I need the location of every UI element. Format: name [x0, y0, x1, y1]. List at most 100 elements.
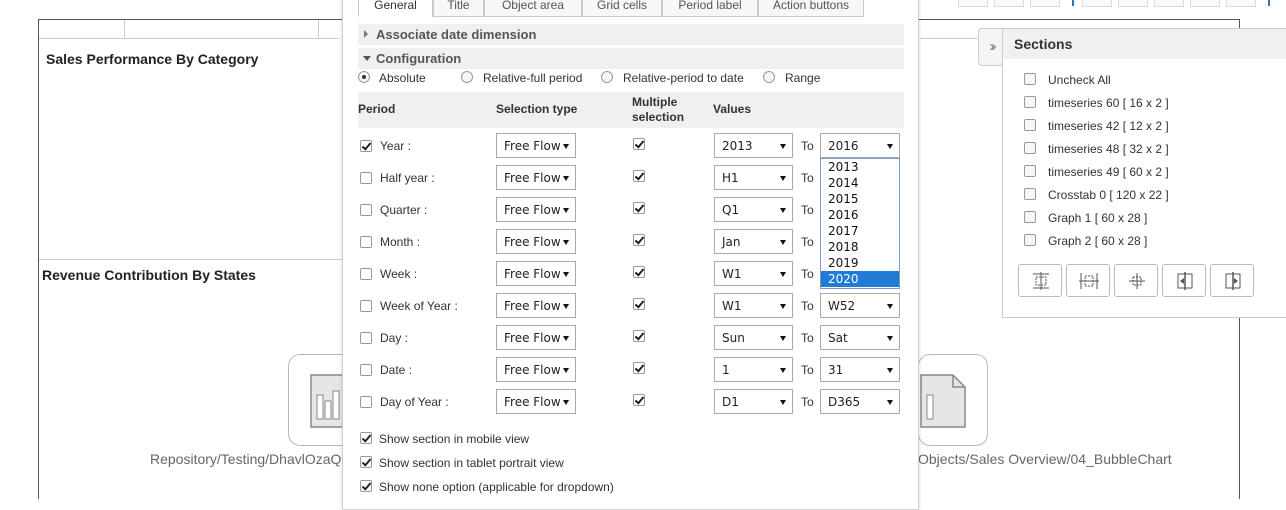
selection-type-select[interactable]: Free Flow: [496, 325, 576, 350]
selection-type-select[interactable]: Free Flow: [496, 293, 576, 318]
period-enable-checkbox[interactable]: [360, 364, 372, 376]
multiple-selection-checkbox[interactable]: [633, 234, 645, 246]
section-checkbox[interactable]: [1024, 73, 1036, 85]
radio-relative-full-period[interactable]: [461, 71, 473, 83]
year-to-dropdown-list[interactable]: 2013 2014 2015 2016 2017 2018 2019 2020: [820, 158, 900, 289]
select-value: 31: [828, 363, 844, 377]
mobile-view-checkbox[interactable]: [360, 432, 372, 444]
dropdown-option[interactable]: 2018: [821, 239, 899, 255]
toolbar-button[interactable]: [1082, 0, 1112, 7]
section-checkbox[interactable]: [1024, 142, 1036, 154]
radio-label: Absolute: [379, 71, 426, 85]
value-from-select[interactable]: Jan: [714, 229, 793, 254]
tab-object-area[interactable]: Object area: [484, 0, 582, 17]
toolbar-button[interactable]: [1118, 0, 1148, 7]
chevron-right-icon: [364, 30, 368, 38]
value-to-select[interactable]: Sat: [820, 325, 900, 350]
value-from-select[interactable]: Sun: [714, 325, 793, 350]
selection-type-select[interactable]: Free Flow: [496, 261, 576, 286]
show-none-checkbox[interactable]: [360, 480, 372, 492]
tab-general[interactable]: General: [358, 0, 433, 17]
value-to-select[interactable]: 2016: [820, 133, 900, 158]
section-header-label: Associate date dimension: [376, 27, 537, 42]
dropdown-option[interactable]: 2017: [821, 223, 899, 239]
value-from-select[interactable]: 2013: [714, 133, 793, 158]
period-enable-checkbox[interactable]: [360, 300, 372, 312]
value-from-select[interactable]: D1: [714, 389, 793, 414]
period-enable-checkbox[interactable]: [360, 236, 372, 248]
dropdown-option[interactable]: 2014: [821, 175, 899, 191]
align-right-button[interactable]: [1210, 264, 1254, 297]
period-enable-checkbox[interactable]: [360, 396, 372, 408]
distribute-vertical-button[interactable]: [1066, 264, 1110, 297]
toolbar-button[interactable]: [1030, 0, 1060, 7]
value-to-select[interactable]: W52: [820, 293, 900, 318]
multiple-selection-checkbox[interactable]: [633, 202, 645, 214]
tab-action-buttons[interactable]: Action buttons: [758, 0, 864, 17]
dropdown-option[interactable]: 2019: [821, 255, 899, 271]
selection-type-select[interactable]: Free Flow: [496, 357, 576, 382]
period-enable-checkbox[interactable]: [360, 204, 372, 216]
toolbar-button[interactable]: [1190, 0, 1220, 7]
tab-title[interactable]: Title: [433, 0, 484, 17]
section-checkbox[interactable]: [1024, 96, 1036, 108]
to-label: To: [801, 203, 814, 217]
radio-range[interactable]: [763, 71, 775, 83]
selection-type-select[interactable]: Free Flow: [496, 133, 576, 158]
select-value: Q1: [722, 203, 740, 217]
configuration-section-header[interactable]: Configuration: [358, 48, 904, 69]
tab-grid-cells[interactable]: Grid cells: [582, 0, 662, 17]
value-to-select[interactable]: 31: [820, 357, 900, 382]
multiple-selection-checkbox[interactable]: [633, 138, 645, 150]
radio-absolute[interactable]: [358, 71, 370, 83]
tablet-portrait-checkbox[interactable]: [360, 456, 372, 468]
associate-date-section-header[interactable]: Associate date dimension: [358, 24, 904, 45]
selection-type-select[interactable]: Free Flow: [496, 229, 576, 254]
value-from-select[interactable]: W1: [714, 261, 793, 286]
section-checkbox[interactable]: [1024, 211, 1036, 223]
period-row: Week of Year : Free Flow W1 To W52: [358, 290, 904, 322]
dropdown-option[interactable]: 2015: [821, 191, 899, 207]
toolbar-button[interactable]: [1154, 0, 1184, 7]
value-from-select[interactable]: Q1: [714, 197, 793, 222]
multiple-selection-checkbox[interactable]: [633, 298, 645, 310]
dropdown-option[interactable]: 2020: [821, 271, 899, 287]
toolbar-button[interactable]: [958, 0, 988, 7]
to-label: To: [801, 299, 814, 313]
multiple-selection-checkbox[interactable]: [633, 266, 645, 278]
distribute-horizontal-button[interactable]: [1018, 264, 1062, 297]
section-checkbox[interactable]: [1024, 234, 1036, 246]
value-from-select[interactable]: H1: [714, 165, 793, 190]
tab-period-label[interactable]: Period label: [662, 0, 758, 17]
period-enable-checkbox[interactable]: [360, 332, 372, 344]
multiple-selection-checkbox[interactable]: [633, 394, 645, 406]
select-value: Free Flow: [504, 171, 561, 185]
dropdown-option[interactable]: 2016: [821, 207, 899, 223]
value-to-select[interactable]: D365: [820, 389, 900, 414]
section-checkbox[interactable]: [1024, 165, 1036, 177]
move-center-button[interactable]: [1114, 264, 1158, 297]
selection-type-select[interactable]: Free Flow: [496, 165, 576, 190]
collapse-sections-button[interactable]: ››: [978, 28, 1004, 66]
multiple-selection-checkbox[interactable]: [633, 170, 645, 182]
caret-down-icon: [887, 400, 893, 405]
align-left-button[interactable]: [1162, 264, 1206, 297]
radio-relative-period-to-date[interactable]: [601, 71, 613, 83]
period-enable-checkbox[interactable]: [360, 172, 372, 184]
value-from-select[interactable]: W1: [714, 293, 793, 318]
period-label: Date :: [380, 363, 413, 377]
section-checkbox[interactable]: [1024, 119, 1036, 131]
section-checkbox[interactable]: [1024, 188, 1036, 200]
multiple-selection-checkbox[interactable]: [633, 330, 645, 342]
period-enable-checkbox[interactable]: [360, 268, 372, 280]
multiple-selection-checkbox[interactable]: [633, 362, 645, 374]
toolbar-button[interactable]: [1226, 0, 1256, 7]
selection-type-select[interactable]: Free Flow: [496, 389, 576, 414]
dropdown-option[interactable]: 2013: [821, 159, 899, 175]
caret-down-icon: [780, 400, 786, 405]
toolbar-button[interactable]: [994, 0, 1024, 7]
section-properties-dialog: General Title Object area Grid cells Per…: [342, 0, 919, 510]
value-from-select[interactable]: 1: [714, 357, 793, 382]
selection-type-select[interactable]: Free Flow: [496, 197, 576, 222]
period-enable-checkbox[interactable]: [360, 140, 372, 152]
